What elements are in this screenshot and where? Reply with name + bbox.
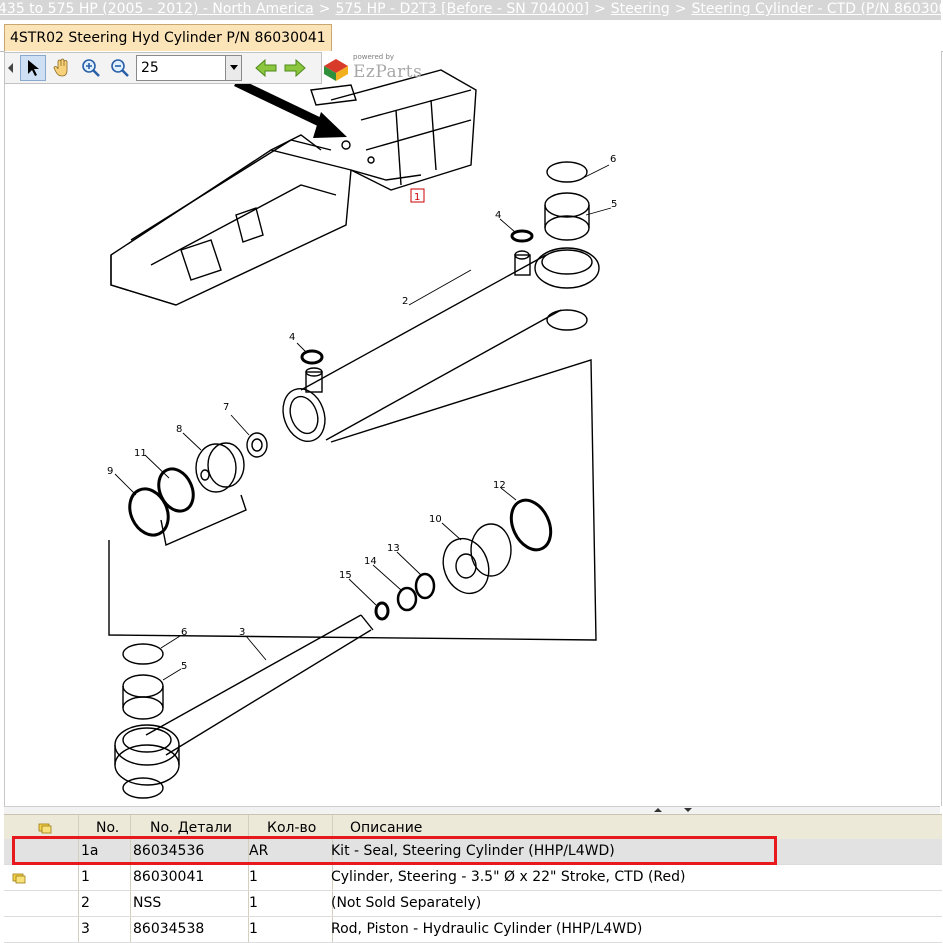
forward-arrow-icon[interactable] — [282, 55, 308, 81]
row-description: (Not Sold Separately) — [331, 895, 482, 911]
logo-powered-text: powered by — [353, 53, 395, 61]
diagram-viewer[interactable]: 1 2 3 4 4 5 5 6 6 7 8 9 10 11 12 13 14 1… — [4, 51, 942, 806]
callout-label[interactable]: 14 — [364, 556, 377, 567]
zoom-value[interactable]: 25 — [137, 56, 225, 80]
row-no: 2 — [81, 895, 90, 911]
row-qty: 1 — [249, 895, 258, 911]
pan-hand-icon[interactable] — [49, 55, 75, 81]
breadcrumb: 435 to 575 HP (2005 - 2012) - North Amer… — [0, 0, 941, 20]
callout-label[interactable]: 8 — [176, 424, 182, 435]
collapse-left-icon[interactable] — [5, 54, 17, 82]
breadcrumb-link-steering-cylinder[interactable]: Steering Cylinder - CTD (P/N 86030041) — [692, 1, 941, 17]
row-qty: 1 — [249, 921, 258, 937]
row-part-number: NSS — [133, 895, 162, 911]
callout-label[interactable]: 11 — [134, 448, 147, 459]
callout-label[interactable]: 6 — [181, 627, 187, 638]
piston-rod — [114, 614, 374, 786]
viewer-toolbar: 25 — [4, 52, 322, 84]
callout-label[interactable]: 2 — [402, 296, 408, 307]
zoom-out-icon[interactable] — [107, 55, 133, 81]
parts-diagram[interactable]: 1 2 3 4 4 5 5 6 6 7 8 9 10 11 12 13 14 1… — [5, 51, 941, 806]
pointer-arrow — [234, 77, 328, 130]
ezparts-logo: powered by EzParts — [320, 52, 430, 84]
logo-name: EzParts — [353, 62, 423, 82]
callout-label[interactable]: 12 — [493, 480, 506, 491]
callout-label[interactable]: 1 — [414, 192, 420, 203]
callout-label[interactable]: 5 — [181, 661, 187, 672]
callout-label[interactable]: 4 — [289, 332, 295, 343]
row-no: 3 — [81, 921, 90, 937]
ezparts-logo-icon — [324, 59, 348, 81]
breadcrumb-separator: > — [594, 1, 606, 17]
zoom-select[interactable]: 25 — [136, 55, 242, 81]
table-row[interactable]: 1 86030041 1 Cylinder, Steering - 3.5" Ø… — [4, 865, 942, 891]
callout-label[interactable]: 7 — [223, 402, 229, 413]
callout-label[interactable]: 9 — [107, 466, 113, 477]
callout-label[interactable]: 13 — [387, 543, 400, 554]
breadcrumb-separator: > — [318, 1, 331, 17]
row-no: 1 — [81, 869, 90, 885]
row-description: Rod, Piston - Hydraulic Cylinder (HHP/L4… — [331, 921, 643, 937]
breadcrumb-link-model-range[interactable]: 435 to 575 HP (2005 - 2012) - North Amer… — [0, 1, 314, 17]
table-row[interactable]: 2 NSS 1 (Not Sold Separately) — [4, 891, 942, 917]
callout-label[interactable]: 6 — [610, 154, 616, 165]
pointer-icon[interactable] — [20, 55, 46, 81]
callout-label[interactable]: 3 — [239, 627, 245, 638]
row-description: Cylinder, Steering - 3.5" Ø x 22" Stroke… — [331, 869, 686, 885]
tab-strip: 4STR02 Steering Hyd Cylinder P/N 8603004… — [0, 20, 943, 52]
breadcrumb-link-model[interactable]: 575 HP - D2T3 [Before - SN 704000] — [335, 1, 589, 17]
breadcrumb-link-steering[interactable]: Steering — [611, 1, 670, 17]
row-part-number: 86034538 — [133, 921, 205, 937]
zoom-in-icon[interactable] — [78, 55, 104, 81]
callout-label[interactable]: 5 — [611, 199, 617, 210]
breadcrumb-separator: > — [674, 1, 687, 17]
row-part-number: 86030041 — [133, 869, 205, 885]
chevron-down-icon[interactable] — [225, 56, 241, 80]
table-row[interactable]: 3 86034538 1 Rod, Piston - Hydraulic Cyl… — [4, 917, 942, 943]
cart-icon[interactable] — [12, 865, 26, 890]
row-qty: 1 — [249, 869, 258, 885]
highlight-box — [12, 836, 777, 865]
tab-diagram[interactable]: 4STR02 Steering Hyd Cylinder P/N 8603004… — [4, 24, 332, 52]
callout-label[interactable]: 4 — [495, 210, 501, 221]
callout-label[interactable]: 15 — [339, 570, 352, 581]
back-arrow-icon[interactable] — [253, 55, 279, 81]
cylinder-barrel — [282, 247, 600, 442]
callout-label[interactable]: 10 — [429, 514, 442, 525]
